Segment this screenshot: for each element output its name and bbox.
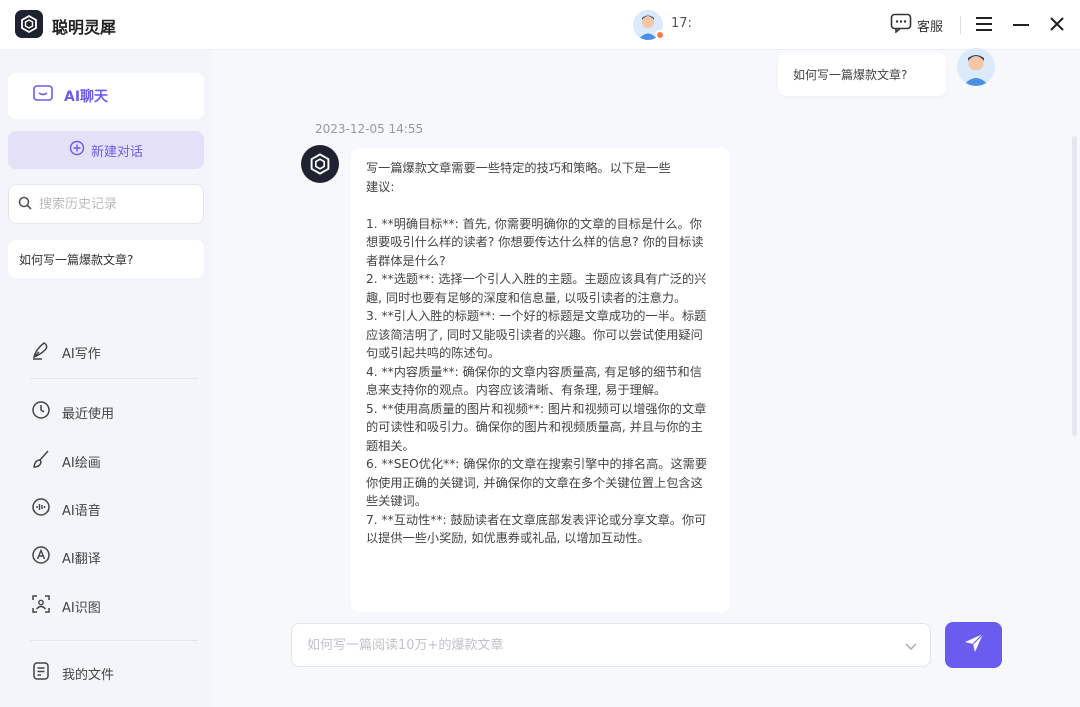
voice-icon (30, 496, 52, 522)
nav-divider (30, 378, 198, 379)
close-icon[interactable] (1045, 12, 1069, 36)
send-button[interactable] (945, 622, 1002, 668)
user-status-dot (655, 30, 665, 40)
app-name: 聪明灵犀 (52, 18, 117, 37)
nav-label: 我的文件 (62, 667, 115, 683)
plus-circle-icon (69, 140, 85, 160)
message-input[interactable] (307, 637, 887, 653)
titlebar-divider (960, 16, 961, 34)
sidebar-item-recent[interactable]: 最近使用 (30, 397, 190, 427)
sidebar-item-ai-image-recognition[interactable]: AI识图 (30, 591, 190, 621)
sidebar-item-ai-voice[interactable]: AI语音 (30, 494, 190, 524)
user-avatar (957, 48, 995, 86)
file-icon (30, 660, 52, 686)
pen-icon (30, 339, 52, 365)
support-label: 客服 (917, 19, 944, 35)
clock-icon (30, 399, 52, 425)
history-search[interactable] (8, 184, 204, 224)
sidebar: AI聊天 新建对话 如何写一篇爆款文章? AI写作 最近 (0, 50, 212, 707)
user-phone[interactable]: 17: (671, 16, 692, 31)
new-chat-button[interactable]: 新建对话 (8, 131, 204, 169)
support-button[interactable]: 客服 (890, 13, 943, 37)
minimize-icon[interactable] (1009, 12, 1033, 36)
scan-icon (30, 593, 52, 619)
history-item[interactable]: 如何写一篇爆款文章? (8, 240, 204, 278)
message-timestamp: 2023-12-05 14:55 (315, 122, 424, 136)
message-composer[interactable] (291, 623, 931, 667)
nav-label: AI语音 (62, 503, 101, 519)
ai-chat-label: AI聊天 (64, 89, 109, 105)
user-message: 如何写一篇爆款文章? (778, 52, 946, 96)
nav-label: AI绘画 (62, 455, 101, 471)
search-input[interactable] (39, 196, 199, 212)
search-icon (18, 195, 32, 214)
send-icon (963, 632, 985, 658)
sidebar-item-my-files[interactable]: 我的文件 (30, 658, 190, 688)
chat-bubble-icon (890, 13, 912, 37)
app-logo-icon (15, 10, 43, 38)
bot-message: 写一篇爆款文章需要一些特定的技巧和策略。以下是一些 建议: 1. **明确目标*… (351, 148, 730, 612)
sidebar-item-ai-translate[interactable]: AI翻译 (30, 542, 190, 572)
title-bar: 聪明灵犀 17: 客服 (0, 0, 1080, 50)
new-chat-label: 新建对话 (90, 144, 143, 160)
translate-icon (30, 544, 52, 570)
chat-panel: 如何写一篇爆款文章? 2023-12-05 14:55 写一篇爆款文章需要一些特… (212, 48, 1080, 707)
nav-label: 最近使用 (62, 406, 115, 422)
chevron-down-icon[interactable] (904, 638, 918, 657)
chat-icon (32, 84, 54, 108)
bot-avatar-icon (301, 145, 339, 183)
chat-scrollbar[interactable] (1072, 136, 1077, 436)
sidebar-item-ai-chat[interactable]: AI聊天 (8, 73, 204, 119)
menu-icon[interactable] (972, 12, 996, 36)
sidebar-item-ai-painting[interactable]: AI绘画 (30, 446, 190, 476)
sidebar-item-ai-writing[interactable]: AI写作 (30, 337, 190, 367)
nav-label: AI翻译 (62, 551, 101, 567)
brush-icon (30, 448, 52, 474)
nav-label: AI写作 (62, 346, 101, 362)
nav-divider (30, 640, 198, 641)
nav-label: AI识图 (62, 600, 101, 616)
